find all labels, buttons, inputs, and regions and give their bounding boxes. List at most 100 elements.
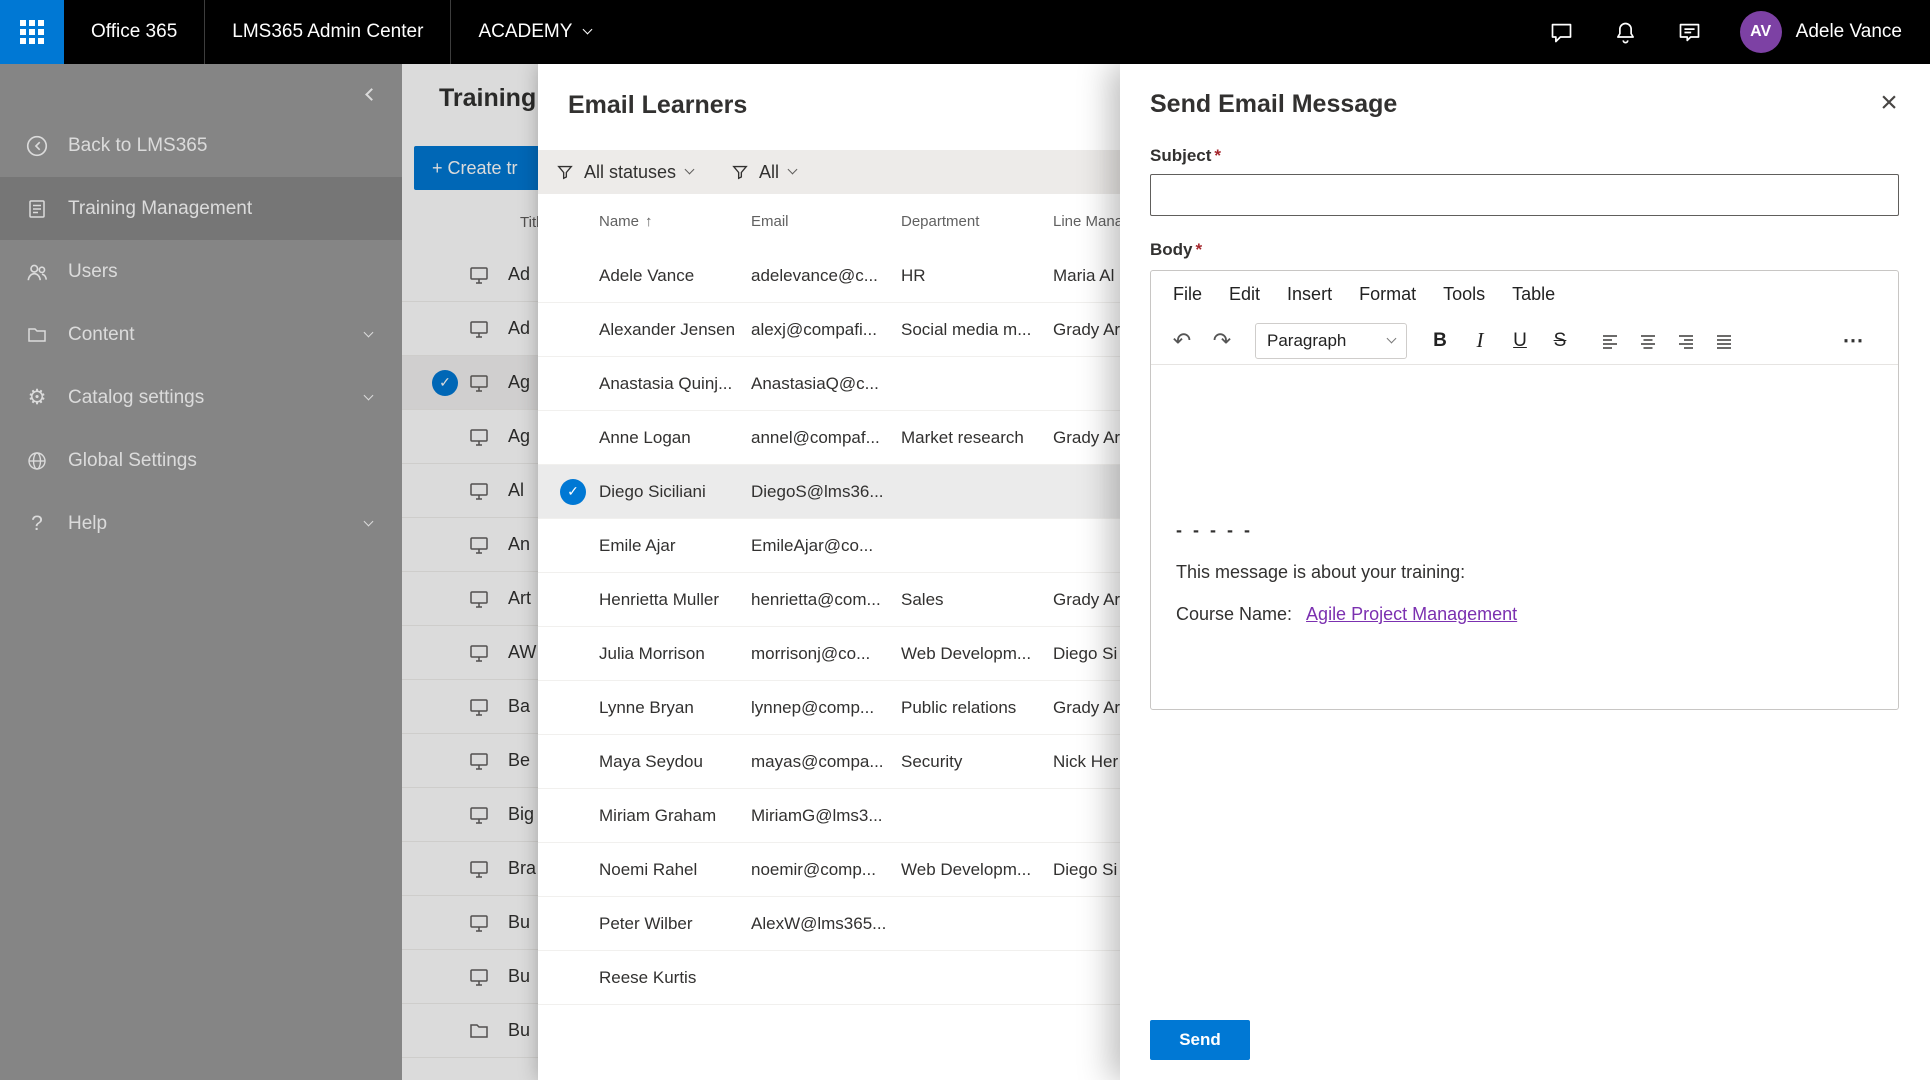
- align-justify-icon[interactable]: [1707, 324, 1741, 358]
- align-right-icon[interactable]: [1669, 324, 1703, 358]
- feedback-icon[interactable]: [1658, 0, 1722, 64]
- menu-format[interactable]: Format: [1359, 284, 1416, 305]
- learners-table: Adele Vance adelevance@c... HR Maria Al Ale…: [538, 249, 1120, 1005]
- learner-email: morrisonj@co...: [751, 643, 871, 663]
- learner-name: Miriam Graham: [599, 805, 717, 825]
- column-header-email[interactable]: Email: [751, 213, 901, 230]
- required-asterisk: *: [1195, 240, 1203, 259]
- status-filter-dropdown[interactable]: All statuses: [556, 161, 695, 183]
- row-checkbox-checked[interactable]: ✓: [538, 478, 599, 505]
- more-toolbar-options-icon[interactable]: ⋯: [1836, 324, 1870, 358]
- avatar[interactable]: AV: [1739, 11, 1782, 53]
- learner-line-manager: Grady Ar: [1053, 319, 1120, 339]
- chevron-down-icon: [582, 24, 593, 35]
- learner-name: Noemi Rahel: [599, 859, 698, 879]
- learner-line-manager: Grady Ar: [1053, 427, 1120, 447]
- bold-button[interactable]: B: [1423, 324, 1457, 358]
- learner-email: AnastasiaQ@c...: [751, 373, 879, 393]
- send-email-panel: Send Email Message × Subject * Body * File…: [1120, 64, 1930, 1080]
- close-icon[interactable]: ×: [1870, 84, 1908, 122]
- learner-name: Henrietta Muller: [599, 589, 719, 609]
- chat-icon[interactable]: [1530, 0, 1594, 64]
- learner-name: Anastasia Quinj...: [599, 373, 733, 393]
- modal-overlay[interactable]: [0, 64, 538, 1080]
- course-link[interactable]: Agile Project Management: [1306, 604, 1517, 624]
- learner-row[interactable]: Adele Vance adelevance@c... HR Maria Al: [538, 249, 1120, 303]
- menu-insert[interactable]: Insert: [1287, 284, 1332, 305]
- learner-row[interactable]: Alexander Jensen alexj@compafi... Social m…: [538, 303, 1120, 357]
- column-header-name[interactable]: Name ↑: [599, 213, 751, 230]
- learner-row[interactable]: Anne Logan annel@compaf... Market research…: [538, 411, 1120, 465]
- learner-row[interactable]: Noemi Rahel noemir@comp... Web Developm...…: [538, 843, 1120, 897]
- learner-row[interactable]: Emile Ajar EmileAjar@co...: [538, 519, 1120, 573]
- learner-row-selected[interactable]: ✓ Diego Siciliani DiegoS@lms36...: [538, 465, 1120, 519]
- learner-department: Security: [901, 751, 963, 771]
- course-line: Course Name: Agile Project Management: [1176, 601, 1873, 627]
- account-menu[interactable]: AV Adele Vance: [1722, 0, 1930, 64]
- editor-toolbar: ↶ ↷ Paragraph B I U S ⋯: [1151, 317, 1898, 365]
- learner-email: adelevance@c...: [751, 265, 878, 285]
- learner-row[interactable]: Peter Wilber AlexW@lms365...: [538, 897, 1120, 951]
- filter-funnel-icon: [732, 165, 748, 180]
- learner-name: Maya Seydou: [599, 751, 703, 771]
- menu-file[interactable]: File: [1173, 284, 1202, 305]
- editor-body[interactable]: - - - - - This message is about your tra…: [1151, 365, 1898, 709]
- strikethrough-button[interactable]: S: [1543, 324, 1577, 358]
- tenant-dropdown[interactable]: ACADEMY: [451, 0, 618, 64]
- menu-table[interactable]: Table: [1512, 284, 1555, 305]
- learner-row[interactable]: Maya Seydou mayas@compa... Security Nick He…: [538, 735, 1120, 789]
- learner-line-manager: Nick Her: [1053, 751, 1119, 771]
- align-center-icon[interactable]: [1631, 324, 1665, 358]
- app-launcher-waffle-icon[interactable]: [0, 0, 64, 64]
- learner-email: henrietta@com...: [751, 589, 881, 609]
- email-learners-title: Email Learners: [568, 91, 748, 119]
- status-filter-label: All statuses: [584, 161, 677, 182]
- underline-button[interactable]: U: [1503, 324, 1537, 358]
- undo-icon[interactable]: ↶: [1165, 324, 1199, 358]
- learner-line-manager: Diego Si: [1053, 643, 1118, 663]
- learner-row[interactable]: Anastasia Quinj... AnastasiaQ@c...: [538, 357, 1120, 411]
- learner-row[interactable]: Miriam Graham MiriamG@lms3...: [538, 789, 1120, 843]
- send-button[interactable]: Send: [1150, 1020, 1250, 1060]
- check-icon: ✓: [560, 478, 586, 505]
- learner-department: HR: [901, 265, 926, 285]
- learner-email: annel@compaf...: [751, 427, 880, 447]
- menu-tools[interactable]: Tools: [1443, 284, 1485, 305]
- filter-funnel-icon: [557, 165, 573, 180]
- redo-icon[interactable]: ↷: [1205, 324, 1239, 358]
- lms365-admin-center-link[interactable]: LMS365 Admin Center: [205, 0, 450, 64]
- learner-name: Anne Logan: [599, 427, 691, 447]
- menu-edit[interactable]: Edit: [1229, 284, 1260, 305]
- learner-department: Market research: [901, 427, 1024, 447]
- subject-input[interactable]: [1150, 174, 1899, 216]
- learner-row[interactable]: Lynne Bryan lynnep@comp... Public relation…: [538, 681, 1120, 735]
- italic-button[interactable]: I: [1463, 324, 1497, 358]
- learner-department: Public relations: [901, 697, 1017, 717]
- column-header-department[interactable]: Department: [901, 213, 1053, 230]
- office365-home-link[interactable]: Office 365: [64, 0, 204, 64]
- user-name: Adele Vance: [1795, 21, 1902, 42]
- notifications-bell-icon[interactable]: [1594, 0, 1658, 64]
- column-header-line-manager[interactable]: Line Mana: [1053, 213, 1120, 230]
- learner-department: Web Developm...: [901, 859, 1032, 879]
- learner-row[interactable]: Julia Morrison morrisonj@co... Web Develop…: [538, 627, 1120, 681]
- learner-line-manager: Maria Al: [1053, 265, 1115, 285]
- learner-row[interactable]: Reese Kurtis: [538, 951, 1120, 1005]
- message-separator: - - - - -: [1176, 520, 1253, 540]
- message-intro: This message is about your training:: [1176, 562, 1466, 582]
- learner-row[interactable]: Henrietta Muller henrietta@com... Sales Gra…: [538, 573, 1120, 627]
- type-filter-label: All: [759, 161, 780, 182]
- learner-department: Web Developm...: [901, 643, 1032, 663]
- learner-email: alexj@compafi...: [751, 319, 877, 339]
- sort-ascending-icon: ↑: [645, 213, 653, 230]
- learner-name: Reese Kurtis: [599, 967, 697, 987]
- filter-bar: All statuses All: [538, 150, 1120, 194]
- type-filter-dropdown[interactable]: All: [731, 161, 798, 183]
- learner-email: lynnep@comp...: [751, 697, 875, 717]
- learner-name: Diego Siciliani: [599, 481, 706, 501]
- align-left-icon[interactable]: [1593, 324, 1627, 358]
- body-label: Body *: [1150, 240, 1203, 259]
- chevron-down-icon: [684, 164, 695, 175]
- block-format-dropdown[interactable]: Paragraph: [1255, 322, 1407, 359]
- learner-email: noemir@comp...: [751, 859, 876, 879]
